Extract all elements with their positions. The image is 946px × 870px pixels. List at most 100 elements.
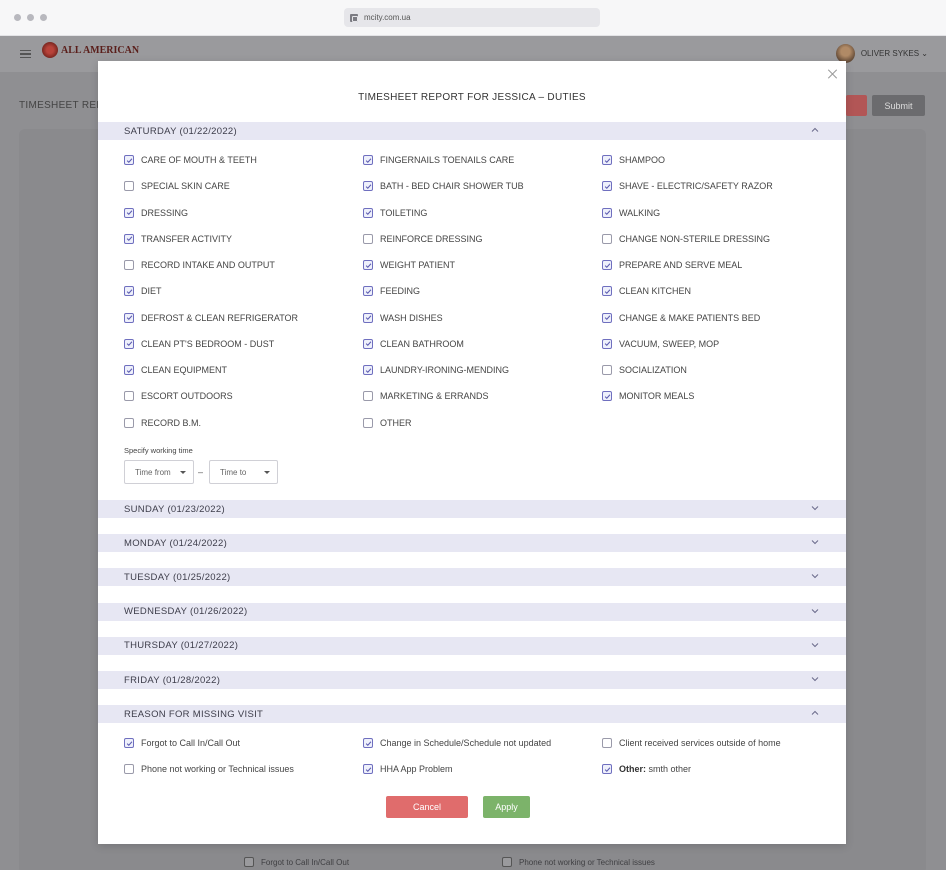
address-bar[interactable]: mcity.com.ua — [344, 8, 600, 27]
checkbox-item[interactable]: CHANGE NON-STERILE DRESSING — [602, 233, 770, 244]
checkbox-unchecked[interactable] — [124, 181, 134, 192]
user-menu[interactable]: OLIVER SYKES — [835, 44, 928, 63]
checkbox-checked[interactable] — [124, 286, 134, 297]
checkbox-checked[interactable] — [363, 764, 373, 774]
section-day[interactable]: THURSDAY (01/27/2022) — [98, 636, 846, 655]
checkbox-item[interactable]: HHA App Problem — [363, 764, 453, 774]
checkbox-checked[interactable] — [363, 312, 373, 323]
checkbox-item[interactable]: DEFROST & CLEAN REFRIGERATOR — [124, 312, 298, 323]
checkbox-item[interactable]: Client received services outside of home — [602, 738, 781, 748]
checkbox-item[interactable]: SHAVE - ELECTRIC/SAFETY RAZOR — [602, 181, 773, 192]
checkbox-item[interactable]: RECORD INTAKE AND OUTPUT — [124, 260, 275, 270]
checkbox-checked[interactable] — [363, 286, 373, 297]
checkbox-unchecked[interactable] — [124, 260, 134, 270]
time-to-select[interactable]: Time to — [209, 460, 278, 484]
chevron-down-icon[interactable] — [810, 537, 820, 547]
checkbox-item[interactable]: TRANSFER ACTIVITY — [124, 233, 232, 244]
checkbox-unchecked[interactable] — [602, 233, 612, 244]
checkbox-checked[interactable] — [124, 207, 134, 218]
checkbox-item[interactable]: SPECIAL SKIN CARE — [124, 181, 230, 192]
checkbox-unchecked[interactable] — [363, 233, 373, 244]
checkbox-item[interactable]: PREPARE AND SERVE MEAL — [602, 260, 742, 270]
checkbox-checked[interactable] — [363, 207, 373, 218]
checkbox-item[interactable]: FEEDING — [363, 286, 420, 297]
checkbox-checked[interactable] — [124, 155, 134, 165]
checkbox-item[interactable]: VACUUM, SWEEP, MOP — [602, 338, 719, 349]
checkbox-checked[interactable] — [602, 286, 612, 297]
checkbox-checked[interactable] — [602, 338, 612, 349]
checkbox-checked[interactable] — [124, 233, 134, 244]
checkbox-item[interactable]: Forgot to Call In/Call Out — [124, 738, 240, 748]
checkbox-item[interactable]: BATH - BED CHAIR SHOWER TUB — [363, 181, 524, 192]
checkbox-item[interactable]: Change in Schedule/Schedule not updated — [363, 738, 551, 748]
section-reason[interactable]: REASON FOR MISSING VISIT — [98, 705, 846, 723]
apply-button[interactable]: Apply — [483, 796, 530, 818]
checkbox-item[interactable]: REINFORCE DRESSING — [363, 233, 483, 244]
close-icon[interactable] — [828, 69, 838, 79]
checkbox-item[interactable]: WEIGHT PATIENT — [363, 260, 455, 270]
checkbox-checked[interactable] — [124, 338, 134, 349]
checkbox-checked[interactable] — [363, 260, 373, 270]
checkbox-item[interactable]: CARE OF MOUTH & TEETH — [124, 155, 257, 165]
checkbox-unchecked[interactable] — [602, 738, 612, 748]
checkbox-checked[interactable] — [124, 365, 134, 375]
minimize-window-dot[interactable] — [27, 14, 34, 21]
chevron-down-icon[interactable] — [810, 606, 820, 616]
checkbox-item[interactable]: OTHER — [363, 417, 412, 428]
checkbox-unchecked[interactable] — [363, 391, 373, 402]
checkbox-checked[interactable] — [363, 738, 373, 748]
checkbox-checked[interactable] — [363, 365, 373, 375]
checkbox-checked[interactable] — [602, 155, 612, 165]
checkbox-item[interactable]: DRESSING — [124, 207, 188, 218]
checkbox-item[interactable]: CHANGE & MAKE PATIENTS BED — [602, 312, 760, 323]
checkbox-checked[interactable] — [602, 312, 612, 323]
checkbox-unchecked[interactable] — [124, 764, 134, 774]
checkbox-unchecked[interactable] — [602, 365, 612, 375]
menu-icon[interactable] — [20, 50, 31, 58]
submit-button[interactable]: Submit — [872, 95, 925, 116]
section-day[interactable]: SUNDAY (01/23/2022) — [98, 500, 846, 518]
section-saturday[interactable]: SATURDAY (01/22/2022) — [98, 122, 846, 140]
checkbox-item[interactable]: RECORD B.M. — [124, 417, 201, 428]
chevron-up-icon[interactable] — [810, 125, 820, 135]
checkbox-checked[interactable] — [363, 181, 373, 192]
chevron-up-icon[interactable] — [810, 708, 820, 718]
checkbox-checked[interactable] — [602, 260, 612, 270]
checkbox-unchecked[interactable] — [124, 417, 134, 428]
cancel-button[interactable]: Cancel — [386, 796, 468, 818]
time-from-select[interactable]: Time from — [124, 460, 194, 484]
checkbox-item[interactable]: ESCORT OUTDOORS — [124, 391, 233, 402]
checkbox-item[interactable]: CLEAN KITCHEN — [602, 286, 691, 297]
background-action-button[interactable] — [846, 95, 867, 116]
close-window-dot[interactable] — [14, 14, 21, 21]
checkbox-item[interactable]: DIET — [124, 286, 162, 297]
checkbox-checked[interactable] — [602, 181, 612, 192]
checkbox-checked[interactable] — [602, 207, 612, 218]
checkbox-checked[interactable] — [124, 312, 134, 323]
checkbox-checked[interactable] — [602, 391, 612, 402]
section-day[interactable]: MONDAY (01/24/2022) — [98, 534, 846, 553]
checkbox-item[interactable]: CLEAN PT'S BEDROOM - DUST — [124, 338, 274, 349]
checkbox-item[interactable]: MARKETING & ERRANDS — [363, 391, 489, 402]
checkbox-item[interactable]: TOILETING — [363, 207, 427, 218]
checkbox-item[interactable]: CLEAN EQUIPMENT — [124, 365, 227, 375]
section-day[interactable]: FRIDAY (01/28/2022) — [98, 671, 846, 689]
checkbox-item[interactable]: Other: smth other — [602, 764, 691, 774]
chevron-down-icon[interactable] — [810, 640, 820, 650]
checkbox-item[interactable]: LAUNDRY-IRONING-MENDING — [363, 365, 509, 375]
chevron-down-icon[interactable] — [810, 571, 820, 581]
checkbox-checked[interactable] — [363, 338, 373, 349]
checkbox-checked[interactable] — [363, 155, 373, 165]
checkbox-item[interactable]: MONITOR MEALS — [602, 391, 694, 402]
checkbox-checked[interactable] — [124, 738, 134, 748]
checkbox-unchecked[interactable] — [124, 391, 134, 402]
checkbox-item[interactable]: WALKING — [602, 207, 660, 218]
checkbox-checked[interactable] — [602, 764, 612, 774]
checkbox-item[interactable]: SHAMPOO — [602, 155, 665, 165]
chevron-down-icon[interactable] — [810, 503, 820, 513]
checkbox-item[interactable]: Phone not working or Technical issues — [124, 764, 294, 774]
checkbox-item[interactable]: CLEAN BATHROOM — [363, 338, 464, 349]
section-day[interactable]: TUESDAY (01/25/2022) — [98, 568, 846, 587]
checkbox-unchecked[interactable] — [363, 417, 373, 428]
checkbox-item[interactable]: SOCIALIZATION — [602, 365, 687, 375]
